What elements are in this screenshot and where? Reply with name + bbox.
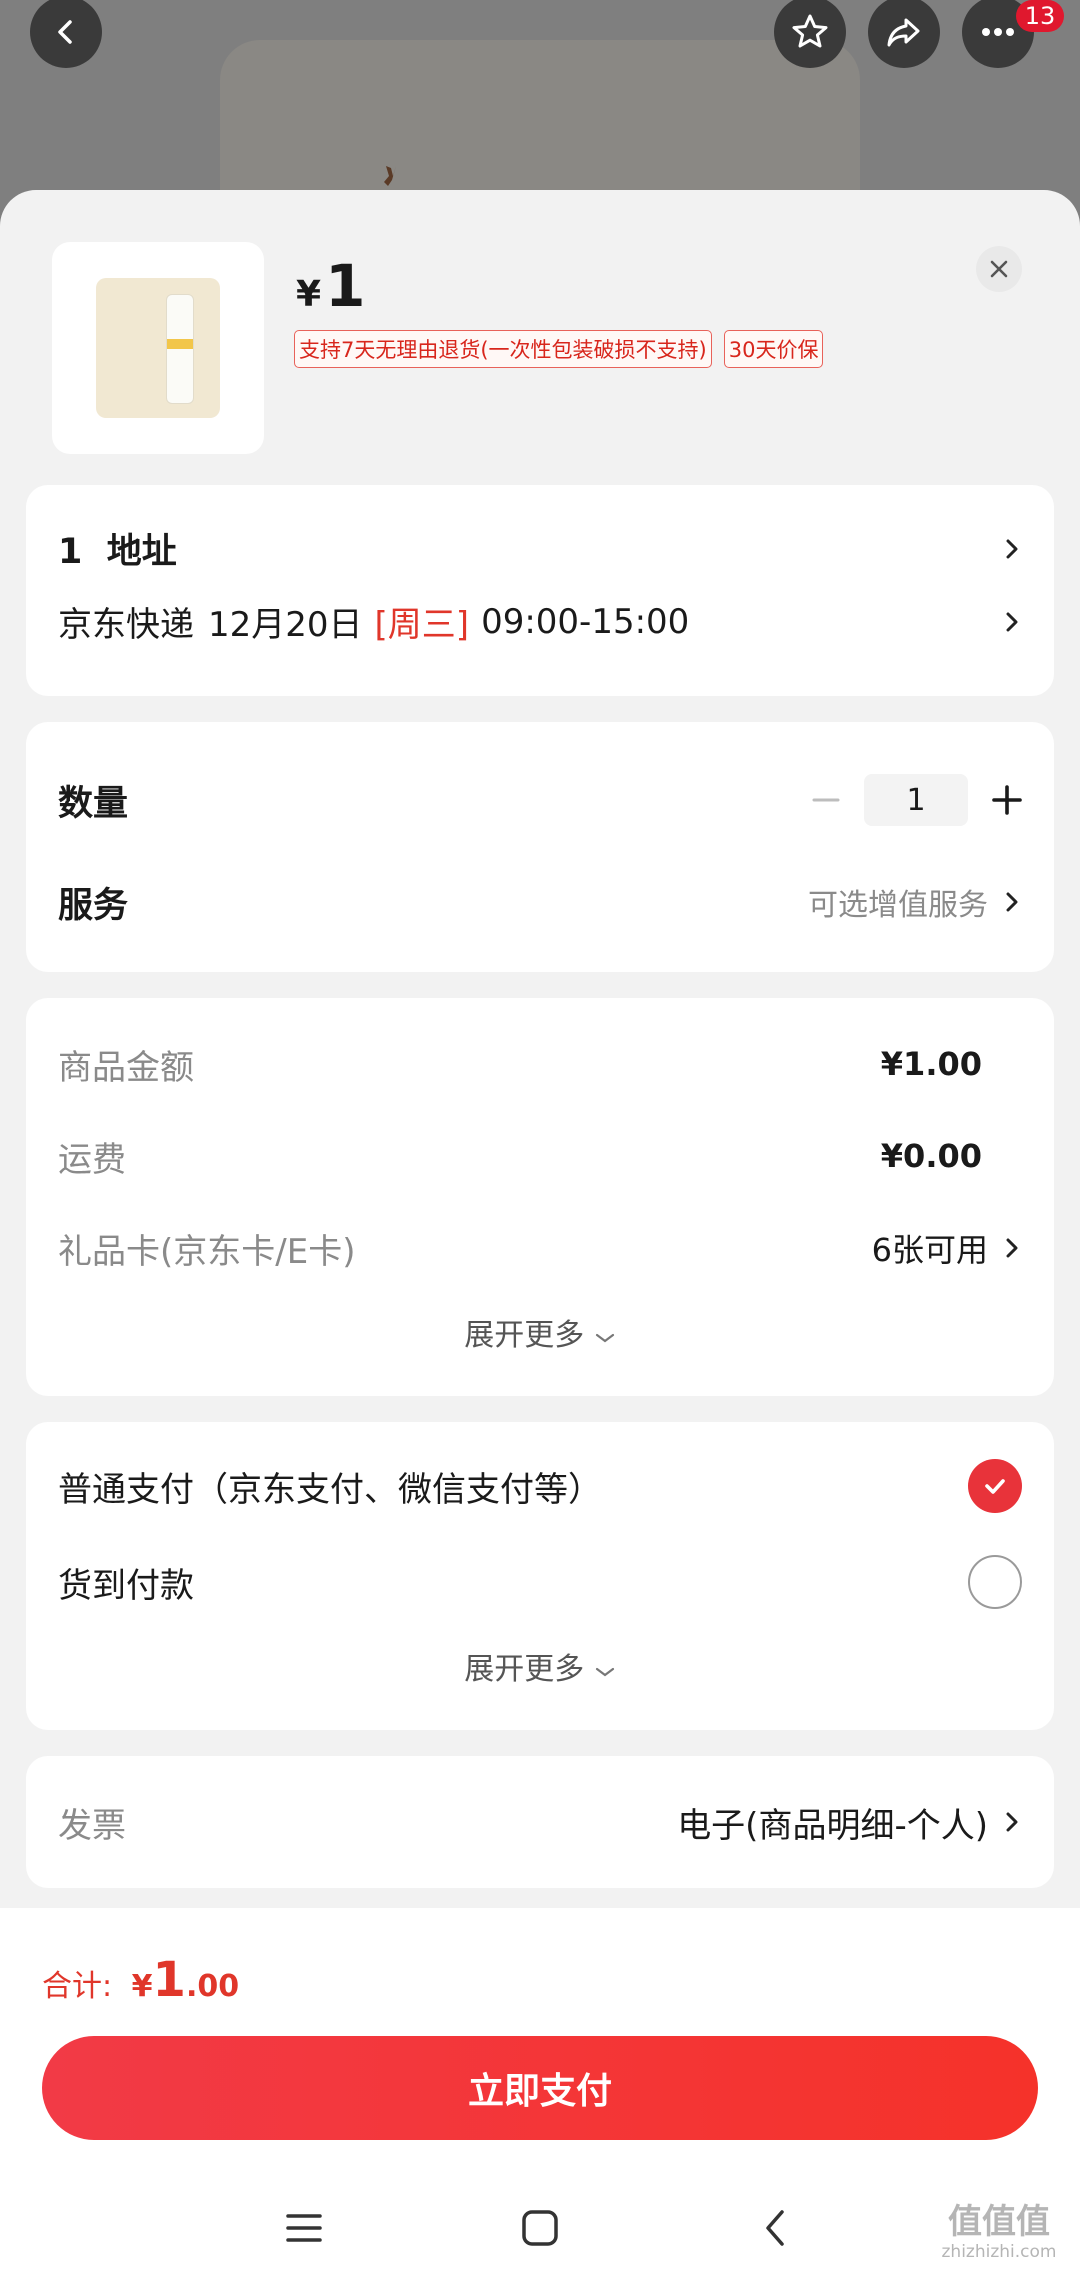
expand-more-label: 展开更多	[464, 1652, 585, 1687]
plus-icon[interactable]	[992, 785, 1022, 815]
share-icon	[887, 18, 920, 47]
payment-method-label: 普通支付（京东支付、微信支付等）	[58, 1469, 602, 1510]
notification-badge: 13	[1016, 0, 1064, 32]
quantity-label: 数量	[58, 783, 129, 824]
cost-row-giftcard[interactable]: 礼品卡(京东卡/E卡) 6张可用	[58, 1220, 1022, 1276]
expand-more-label: 展开更多	[464, 1318, 585, 1353]
home-icon[interactable]	[510, 2198, 570, 2258]
product-pack-image	[96, 278, 220, 418]
cost-value: ¥0.00	[880, 1137, 982, 1175]
nav-back-icon[interactable]	[746, 2198, 806, 2258]
delivery-time-row[interactable]: 京东快递 12月20日 [周三] 09:00-15:00	[58, 597, 1022, 646]
checkout-footer: 合计: ¥1.00 立即支付	[0, 1908, 1080, 2277]
total-label: 合计:	[42, 1969, 113, 2004]
cost-label: 运费	[58, 1139, 126, 1180]
service-value: 可选增值服务	[808, 888, 988, 923]
chevron-down-icon	[595, 1667, 614, 1677]
return-policy-tag: 支持7天无理由退货(一次性包装破损不支持)	[294, 330, 712, 368]
giftcard-available: 6张可用	[871, 1231, 988, 1269]
quantity-row: 数量 1	[58, 772, 1022, 828]
total-integer: 1	[152, 1952, 186, 2008]
product-price: ¥1	[296, 252, 366, 320]
radio-unselected[interactable]	[968, 1555, 1022, 1609]
invoice-card: 发票 电子(商品明细-个人)	[26, 1756, 1054, 1888]
site-watermark: 值值值 zhizhizhi.com	[926, 2202, 1072, 2272]
delivery-weekday: [周三]	[374, 605, 470, 645]
payment-method-cod[interactable]: 货到付款	[58, 1550, 1022, 1614]
invoice-value: 电子(商品明细-个人)	[677, 1805, 988, 1846]
more-icon	[982, 28, 1014, 36]
delivery-time: 09:00-15:00	[481, 601, 690, 642]
cost-label: 礼品卡(京东卡/E卡)	[58, 1231, 356, 1272]
cost-summary-card: 商品金额 ¥1.00 运费 ¥0.00 礼品卡(京东卡/E卡) 6张可用 展开更…	[26, 998, 1054, 1396]
cost-value: ¥1.00	[880, 1045, 982, 1083]
chevron-right-icon	[1006, 1812, 1018, 1832]
address-card: 1 地址 京东快递 12月20日 [周三] 09:00-15:00	[26, 485, 1054, 696]
delivery-date: 12月20日	[208, 605, 363, 645]
star-icon	[792, 14, 828, 48]
expand-more-payment[interactable]: 展开更多	[26, 1644, 1054, 1688]
cost-row-shipping: 运费 ¥0.00	[58, 1128, 1022, 1184]
chevron-down-icon	[595, 1333, 614, 1343]
address-row[interactable]: 1 地址	[58, 523, 1022, 574]
recent-apps-icon[interactable]	[274, 2198, 334, 2258]
total-currency: ¥	[131, 1969, 153, 2004]
options-card: 数量 1 服务 可选增值服务	[26, 722, 1054, 972]
payment-method-normal[interactable]: 普通支付（京东支付、微信支付等）	[58, 1454, 1022, 1518]
minus-icon[interactable]	[812, 786, 840, 814]
total-decimal: .00	[185, 1969, 240, 2004]
service-label: 服务	[58, 885, 129, 926]
cost-row-goods: 商品金额 ¥1.00	[58, 1036, 1022, 1092]
pay-now-button[interactable]: 立即支付	[42, 2036, 1038, 2140]
address-title: 1 地址	[58, 532, 177, 572]
chevron-right-icon	[1006, 612, 1018, 631]
product-tube-image	[166, 294, 194, 404]
close-icon	[990, 260, 1008, 278]
service-row[interactable]: 服务 可选增值服务	[58, 874, 1022, 930]
back-icon	[58, 20, 72, 44]
radio-selected[interactable]	[968, 1459, 1022, 1513]
invoice-label: 发票	[58, 1805, 126, 1846]
watermark-url: zhizhizhi.com	[941, 2242, 1057, 2262]
order-total: 合计: ¥1.00	[42, 1952, 239, 2008]
chevron-right-icon	[1006, 1238, 1018, 1258]
check-icon	[985, 1479, 1005, 1494]
product-thumbnail	[52, 242, 264, 454]
quantity-input[interactable]: 1	[864, 774, 968, 826]
payment-method-label: 货到付款	[58, 1565, 194, 1606]
cost-label: 商品金额	[58, 1047, 194, 1088]
payment-card: 普通支付（京东支付、微信支付等） 货到付款 展开更多	[26, 1422, 1054, 1730]
watermark-logo: 值值值	[948, 2202, 1050, 2242]
invoice-row[interactable]: 发票 电子(商品明细-个人)	[58, 1794, 1022, 1850]
quantity-stepper: 1	[812, 774, 1022, 826]
close-button[interactable]	[976, 246, 1022, 292]
chevron-right-icon	[1006, 892, 1018, 912]
delivery-carrier: 京东快递	[58, 605, 194, 645]
expand-more-costs[interactable]: 展开更多	[26, 1310, 1054, 1354]
chevron-right-icon	[1006, 539, 1018, 558]
price-protection-tag: 30天价保	[723, 330, 824, 368]
system-nav-bar	[0, 2176, 1080, 2277]
service-tags: 支持7天无理由退货(一次性包装破损不支持) 30天价保	[294, 330, 824, 368]
